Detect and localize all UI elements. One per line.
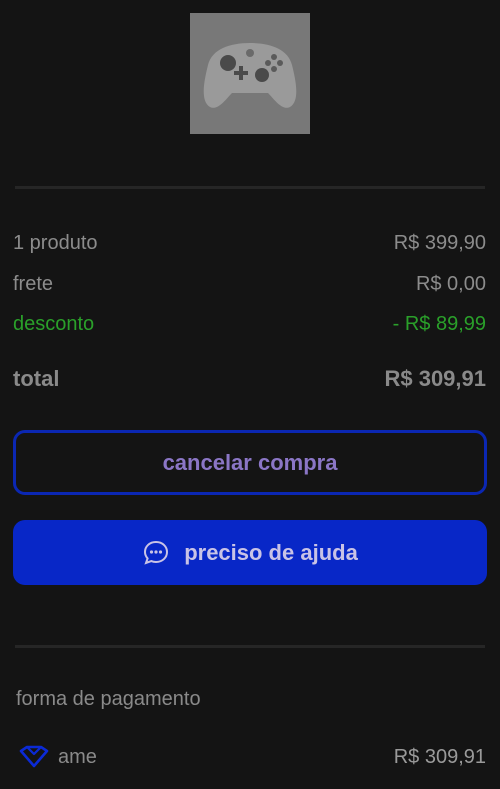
divider [15,186,485,189]
total-value: R$ 309,91 [384,366,486,391]
payment-method-name: ame [58,745,97,768]
summary-items-row: 1 produto R$ 399,90 [13,230,486,256]
items-label: 1 produto [13,231,98,254]
help-button[interactable]: preciso de ajuda [13,520,487,585]
total-label: total [13,366,60,391]
divider [15,645,485,648]
shipping-value: R$ 0,00 [415,272,486,295]
summary-shipping-row: frete R$ 0,00 [13,271,486,297]
shipping-label: frete [13,272,54,295]
summary-discount-row: desconto - R$ 89,99 [13,311,486,337]
summary-total-row: total R$ 309,91 [13,365,486,393]
ame-heart-icon [18,745,50,769]
chat-bubble-icon [142,539,170,567]
payment-amount: R$ 309,91 [393,745,486,768]
payment-section-label: forma de pagamento [16,688,201,710]
cancel-purchase-label: cancelar compra [162,449,338,475]
items-value: R$ 399,90 [393,231,486,254]
payment-method-row: ame R$ 309,91 [18,741,486,773]
help-label: preciso de ajuda [184,539,358,565]
discount-value: - R$ 89,99 [392,312,486,335]
cancel-purchase-button[interactable]: cancelar compra [13,430,487,495]
xbox-controller-icon [190,13,310,134]
product-image [190,13,310,134]
discount-label: desconto [13,312,95,335]
